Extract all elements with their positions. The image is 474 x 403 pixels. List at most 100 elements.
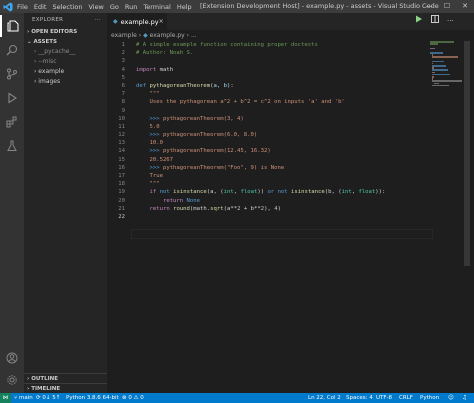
- code-line[interactable]: """: [136, 90, 436, 98]
- tab-example-py[interactable]: ◆ example.py ×: [107, 13, 167, 30]
- breadcrumb-file[interactable]: example.py: [150, 32, 185, 39]
- maximize-button[interactable]: ☐: [438, 0, 456, 13]
- menu-terminal[interactable]: Terminal: [143, 3, 170, 11]
- language-mode[interactable]: Python: [420, 393, 439, 403]
- code-line[interactable]: [136, 74, 436, 82]
- menu-view[interactable]: View: [88, 3, 103, 11]
- encoding[interactable]: UTF-8: [376, 393, 392, 403]
- settings-gear-icon[interactable]: [0, 369, 24, 391]
- code-token: (a**: [223, 205, 238, 212]
- code-token: float: [240, 189, 258, 196]
- code-line[interactable]: def pythagoreanTheorem(a, b):: [136, 82, 436, 90]
- minimize-button[interactable]: —: [420, 0, 438, 13]
- code-line[interactable]: return None: [136, 197, 436, 205]
- code-token: return: [149, 205, 170, 212]
- line-number: 12: [118, 132, 125, 139]
- code-line[interactable]: >>> pythagoreanTheorem(12.45, 16.32): [136, 147, 436, 155]
- code-line[interactable]: >>> pythagoreanTheorem(6.0, 8.0): [136, 131, 436, 139]
- code-token: 20.5267: [136, 156, 174, 163]
- menu-run[interactable]: Run: [125, 3, 137, 11]
- more-actions-icon[interactable]: ···: [95, 13, 101, 27]
- code-line[interactable]: Uses the pythagorean a^2 + b^2 = c^2 on …: [136, 98, 436, 106]
- line-number: 9: [121, 107, 125, 114]
- minimap[interactable]: [430, 41, 462, 87]
- code-line[interactable]: True: [136, 172, 436, 180]
- minimap-line: [431, 65, 447, 67]
- code-line[interactable]: >>> pythagoreanTheorem(3, 4): [136, 115, 436, 123]
- minimap-line: [431, 84, 450, 87]
- code-line[interactable]: if not isinstance(a, (int, float)) or no…: [136, 188, 436, 196]
- code-token: None: [186, 197, 201, 204]
- vertical-scrollbar[interactable]: [464, 41, 470, 266]
- code-token: import: [136, 66, 157, 73]
- code-line[interactable]: import math: [136, 66, 436, 74]
- remote-indicator[interactable]: ⋈: [0, 393, 11, 403]
- extensions-icon[interactable]: [0, 111, 24, 133]
- breadcrumb-symbol[interactable]: ...: [191, 32, 197, 39]
- code-token: pythagoreanTheorem(12.45, 16.32): [162, 148, 271, 155]
- tree-item-images[interactable]: › images: [24, 77, 107, 87]
- code-token: (b, (: [324, 189, 342, 196]
- tree-item-example[interactable]: › example: [24, 67, 107, 77]
- line-number: 1: [121, 42, 125, 48]
- line-number: 7: [121, 91, 125, 98]
- code-line[interactable]: 10.0: [136, 139, 436, 147]
- source-control-icon[interactable]: [0, 63, 24, 85]
- indentation[interactable]: Spaces: 4: [346, 393, 373, 403]
- code-line[interactable]: >>> pythagoreanTheorem("Foo", 9) is None: [136, 164, 436, 172]
- code-line[interactable]: return round(math.sqrt(a**2 + b**2), 4): [136, 205, 436, 213]
- explorer-icon[interactable]: [0, 15, 24, 37]
- close-window-button[interactable]: ✕: [456, 0, 474, 13]
- problems-count[interactable]: ⊗ 0 ⚠ 0: [122, 393, 144, 403]
- testing-flask-icon[interactable]: [0, 135, 24, 157]
- feedback-icon[interactable]: ☺: [448, 393, 454, 403]
- open-editors-label: OPEN EDITORS: [31, 29, 78, 35]
- code-line[interactable]: # Author: Noah S.: [136, 49, 436, 57]
- split-editor-icon[interactable]: [431, 13, 439, 30]
- code-editor[interactable]: 1 2 3 4 5 6 7 8 9 10 11 12 13 14 15 16 17 18 19 20 21 22 # A …: [107, 41, 474, 393]
- line-number-gutter: 1 2 3 4 5 6 7 8 9 10 11 12 13 14 15 16 17 18 19 20 21 22: [107, 41, 127, 221]
- menu-file[interactable]: File: [17, 3, 28, 11]
- cursor-position[interactable]: Ln 22, Col 2: [308, 393, 341, 403]
- line-number: 2: [121, 50, 125, 57]
- line-number: 22: [118, 213, 125, 220]
- code-line[interactable]: 20.5267: [136, 156, 436, 164]
- code-token: True: [136, 173, 163, 179]
- git-sync-status[interactable]: ⟳ 0↓ 5↑: [36, 393, 60, 403]
- search-icon[interactable]: [0, 39, 24, 61]
- open-editors-section[interactable]: › OPEN EDITORS: [24, 27, 107, 37]
- code-token: float: [358, 189, 376, 196]
- git-branch[interactable]: ⑂ main: [14, 393, 33, 403]
- notifications-bell-icon[interactable]: ♫: [462, 393, 467, 403]
- editor-more-icon[interactable]: ···: [447, 13, 454, 30]
- code-line[interactable]: """: [136, 180, 436, 188]
- code-line[interactable]: [136, 213, 436, 221]
- code-line[interactable]: [136, 57, 436, 65]
- line-number: 4: [121, 66, 125, 73]
- assets-folder-section[interactable]: ⌄ ASSETS: [24, 37, 107, 47]
- minimap-line: [431, 73, 450, 76]
- code-line[interactable]: # A simple example function containing p…: [136, 41, 436, 49]
- run-debug-icon[interactable]: [0, 87, 24, 109]
- menu-selection[interactable]: Selection: [52, 3, 82, 11]
- menu-edit[interactable]: Edit: [34, 3, 47, 11]
- code-token: pythagoreanTheorem(6.0, 8.0): [162, 132, 258, 139]
- breadcrumb-folder[interactable]: example: [111, 32, 137, 39]
- close-tab-icon[interactable]: ×: [159, 18, 164, 25]
- code-area[interactable]: # A simple example function containing p…: [136, 41, 436, 221]
- end-of-line[interactable]: CRLF: [399, 393, 413, 403]
- code-token: >>>: [136, 115, 163, 122]
- code-token: int: [223, 189, 234, 196]
- timeline-label: TIMELINE: [31, 386, 61, 392]
- account-icon[interactable]: [0, 347, 24, 369]
- code-line[interactable]: 5.0: [136, 123, 436, 131]
- run-file-icon[interactable]: [415, 13, 423, 30]
- code-token: (math.: [189, 205, 211, 212]
- tree-item-pycache[interactable]: › __pycache__: [24, 47, 107, 57]
- menu-help[interactable]: Help: [177, 3, 192, 11]
- python-interpreter[interactable]: Python 3.8.6 64-bit: [66, 393, 119, 403]
- code-line[interactable]: [136, 107, 436, 115]
- tree-item-misc[interactable]: › --misc: [24, 57, 107, 67]
- line-number: 21: [118, 205, 125, 212]
- menu-go[interactable]: Go: [110, 3, 119, 11]
